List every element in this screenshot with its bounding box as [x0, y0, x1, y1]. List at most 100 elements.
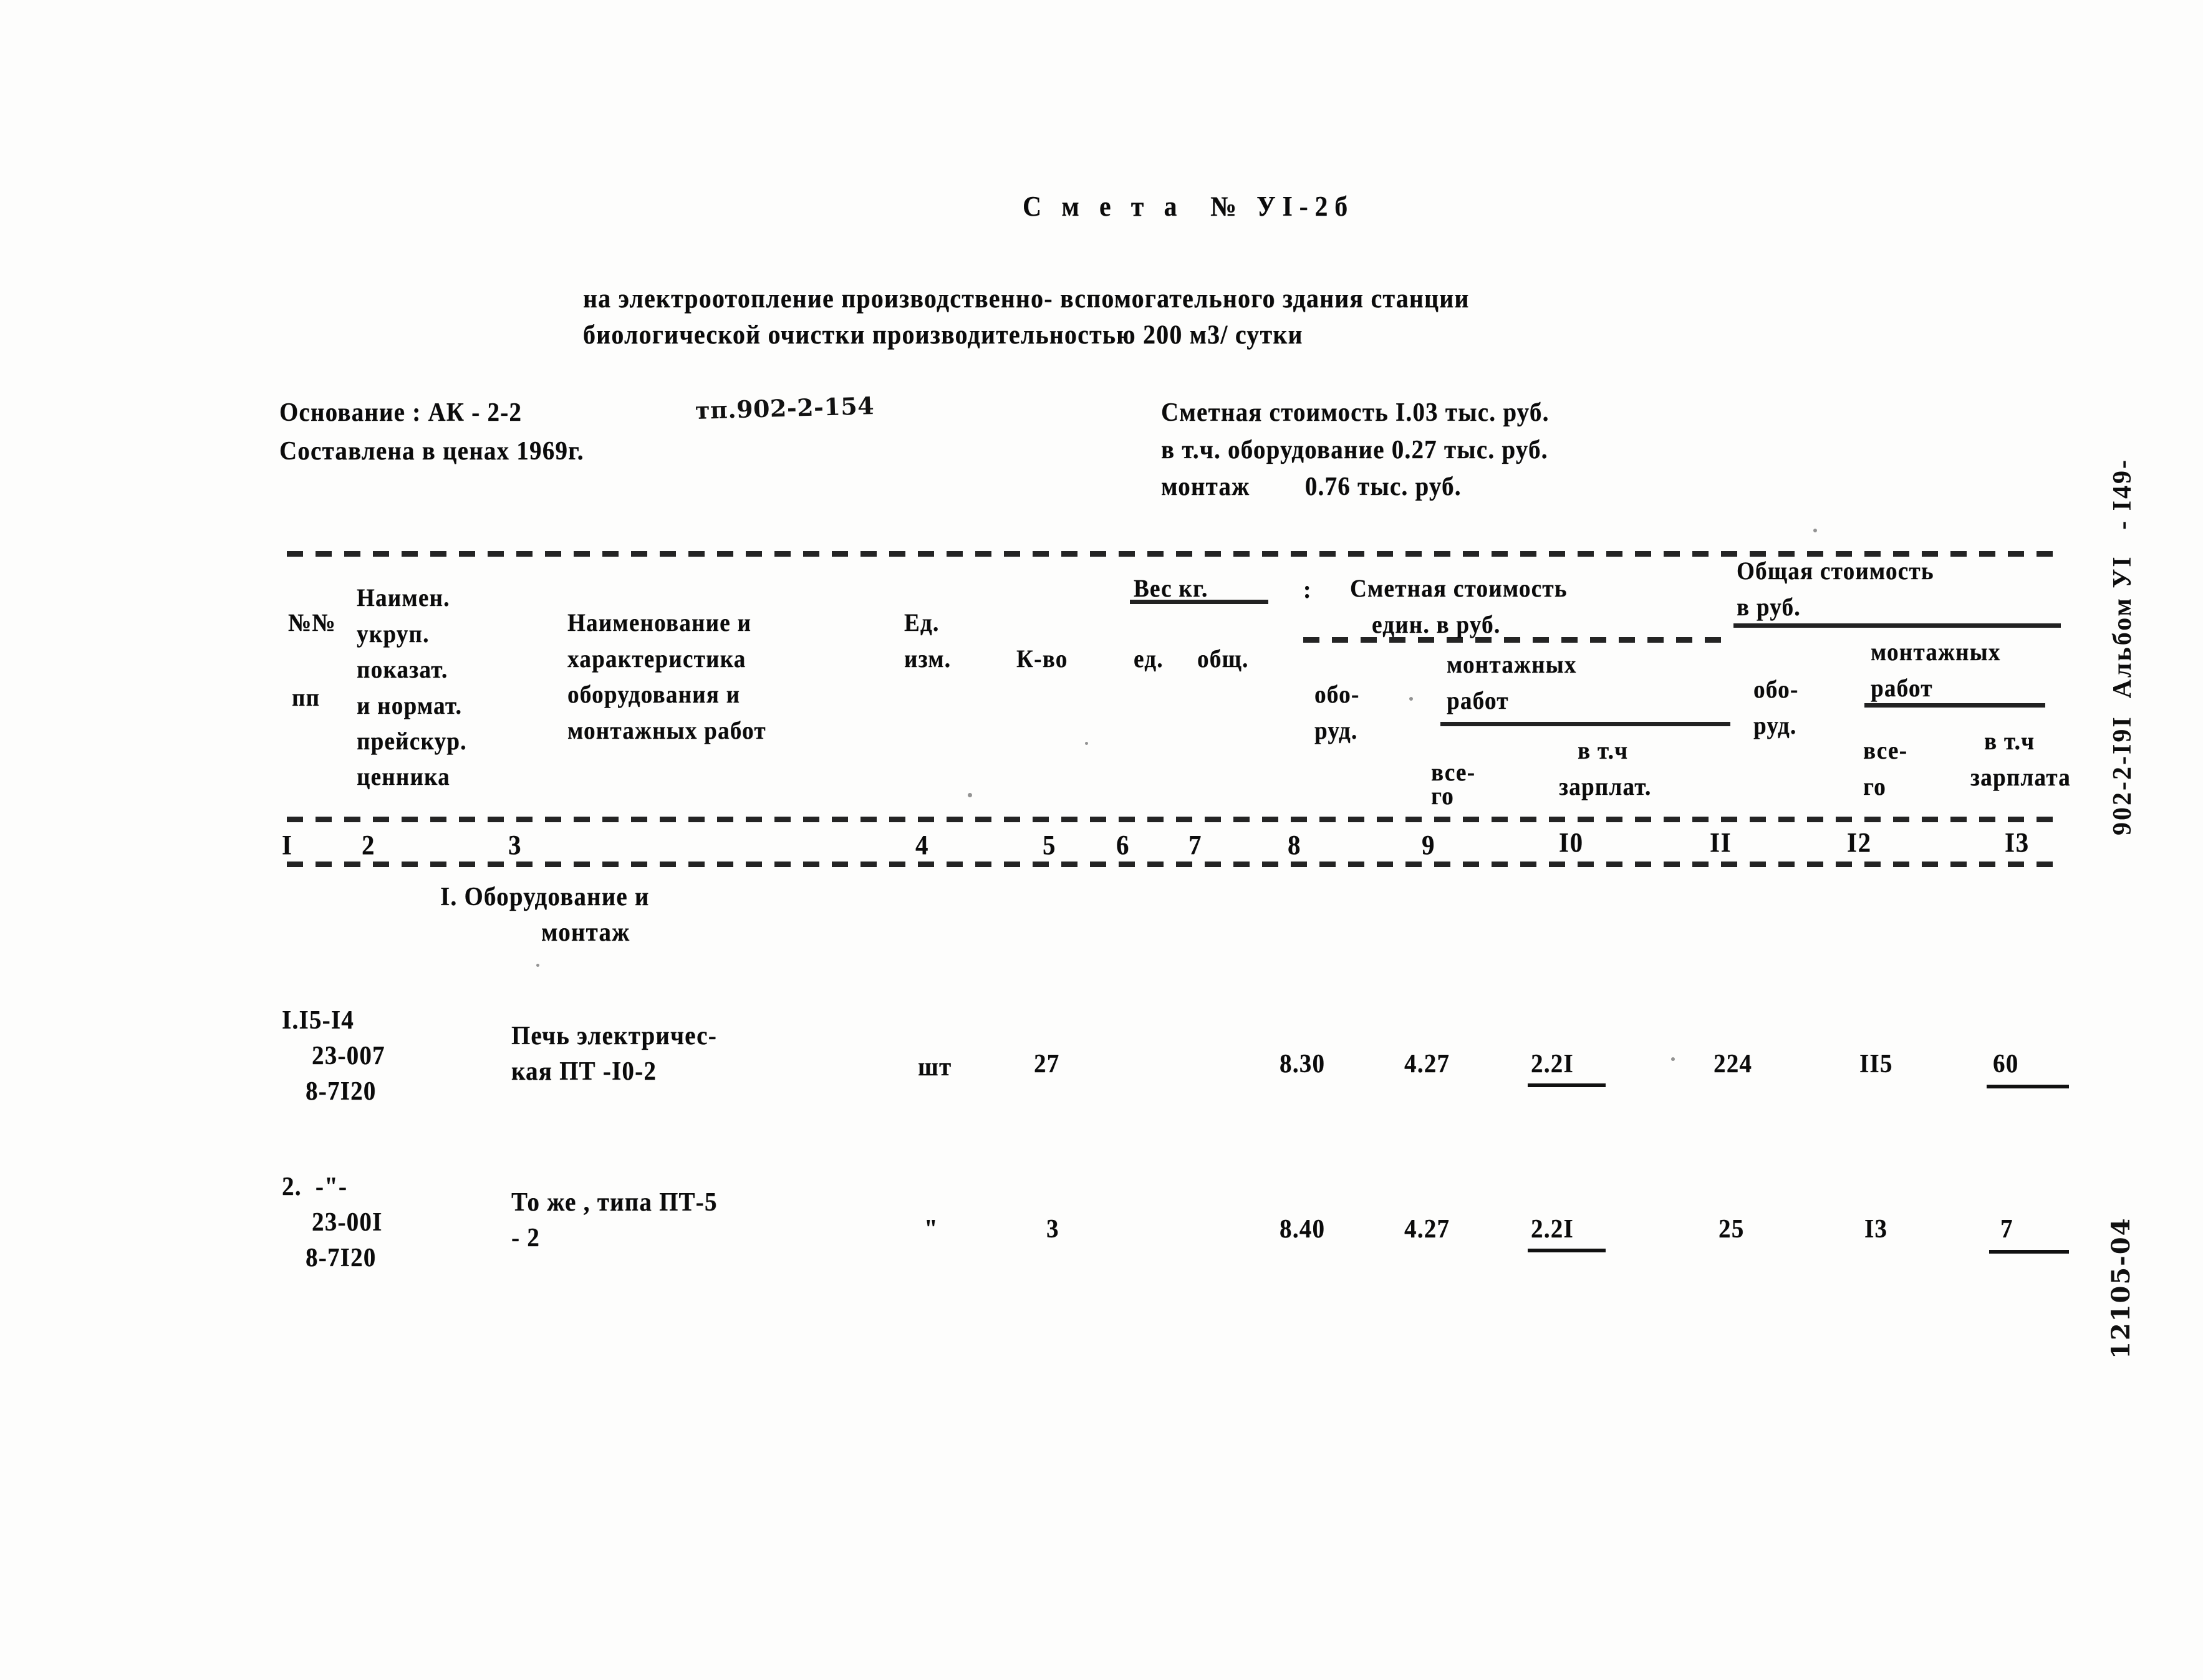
- row1-cost-mount-salary-underline: [1528, 1083, 1606, 1087]
- total-group-underline: [1733, 623, 2061, 628]
- header-col8-line2: руд.: [1314, 716, 1358, 744]
- header-colon-separator: :: [1303, 575, 1312, 603]
- scan-speck: [1409, 697, 1413, 701]
- row2-total-mount-all: I3: [1864, 1215, 1888, 1244]
- row1-name-line1: Печь электричес-: [511, 1022, 717, 1050]
- header-col2-line2: укруп.: [357, 620, 430, 648]
- header-col4-line2: изм.: [904, 645, 952, 673]
- section-title-line-1: I. Оборудование и: [440, 883, 650, 911]
- header-estimate-group-line2: един. в руб.: [1372, 610, 1501, 638]
- row2-cost-mount-salary-underline: [1528, 1249, 1606, 1252]
- cost-total-line: Сметная стоимость I.03 тыс. руб.: [1161, 398, 1550, 427]
- column-number-5: 5: [1043, 830, 1057, 860]
- total-mount-underline: [1864, 703, 2045, 708]
- row1-qty: 27: [1034, 1050, 1060, 1078]
- column-number-9: 9: [1422, 830, 1436, 860]
- header-col10-line2: зарплат.: [1559, 772, 1652, 800]
- column-number-1: I: [282, 830, 293, 860]
- row1-total-mount-salary-underline: [1987, 1085, 2069, 1088]
- header-col10-line1: в т.ч: [1578, 736, 1629, 764]
- header-col12-line2: го: [1863, 772, 1886, 800]
- header-col9-line2: го: [1431, 782, 1454, 810]
- column-number-12: I2: [1847, 827, 1872, 858]
- column-number-7: 7: [1188, 830, 1203, 860]
- scan-speck: [1085, 742, 1088, 745]
- header-total-group-line2: в руб.: [1737, 593, 1801, 621]
- header-col2-line4: и нормат.: [357, 691, 463, 719]
- row2-name-line1: То же , типа ПТ-5: [511, 1188, 718, 1217]
- row2-cost-mount-salary: 2.2I: [1531, 1215, 1574, 1244]
- column-number-2: 2: [362, 830, 376, 860]
- row2-total-mount-salary-underline: [1989, 1250, 2069, 1254]
- prices-year-line: Составлена в ценах 1969г.: [279, 437, 584, 466]
- column-numbers-bottom-border: [287, 862, 2061, 867]
- scan-speck: [968, 793, 972, 797]
- row1-total-equip: 224: [1714, 1050, 1753, 1078]
- row1-code-line1: I.I5-I4: [282, 1006, 354, 1035]
- row2-total-equip: 25: [1719, 1215, 1745, 1244]
- row2-qty: 3: [1046, 1215, 1059, 1244]
- column-number-3: 3: [508, 830, 523, 860]
- header-col12-line1: все-: [1863, 736, 1908, 764]
- column-number-8: 8: [1288, 830, 1302, 860]
- basis-handwritten-code: тп.902-2-154: [695, 391, 875, 425]
- header-col5: К-во: [1016, 645, 1068, 673]
- header-col4-line1: Ед.: [904, 608, 940, 636]
- subtitle-line-2: биологической очистки производительность…: [583, 320, 1303, 350]
- row2-cost-mount-all: 4.27: [1404, 1215, 1450, 1244]
- scan-speck: [536, 964, 539, 967]
- row1-name-line2: кая ПТ -I0-2: [511, 1057, 657, 1086]
- header-col13-line2: зарплата: [1970, 763, 2071, 791]
- header-col3-line4: монтажных работ: [567, 716, 766, 744]
- header-mount-group-line1: монтажных: [1447, 650, 1577, 678]
- row1-cost-mount-all: 4.27: [1404, 1050, 1450, 1078]
- row2-total-mount-salary: 7: [2000, 1215, 2013, 1244]
- header-col7: общ.: [1197, 645, 1249, 673]
- cost-equipment-line: в т.ч. оборудование 0.27 тыс. руб.: [1161, 436, 1548, 464]
- column-number-13: I3: [2005, 827, 2030, 858]
- scan-speck: [1813, 529, 1817, 532]
- header-total-mount-line1: монтажных: [1871, 638, 2001, 666]
- header-estimate-group-line1: Сметная стоимость: [1350, 574, 1568, 602]
- row1-total-mount-all: II5: [1859, 1050, 1893, 1078]
- basis-label: Основание : АК - 2-2: [279, 398, 523, 427]
- header-col8-line1: обо-: [1314, 680, 1360, 708]
- header-col2-line3: показат.: [357, 655, 448, 683]
- header-weight-group: Вес кг.: [1134, 574, 1208, 602]
- header-total-group-line1: Общая стоимость: [1737, 557, 1934, 585]
- row2-name-line2: - 2: [511, 1224, 540, 1252]
- header-col3-line2: характеристика: [567, 645, 746, 673]
- header-col3-line3: оборудования и: [567, 680, 741, 708]
- margin-album-code: 902-2-I9I Альбом УI - I49-: [2108, 458, 2137, 835]
- column-number-6: 6: [1116, 830, 1130, 860]
- column-number-11: II: [1710, 827, 1732, 858]
- section-title-line-2: монтаж: [541, 918, 630, 947]
- header-col13-line1: в т.ч: [1984, 727, 2035, 755]
- header-col6: ед.: [1134, 645, 1164, 673]
- row2-code-line1: 2. -"-: [282, 1173, 348, 1201]
- column-number-4: 4: [915, 830, 930, 860]
- row2-code-line3: 8-7I20: [306, 1244, 377, 1272]
- header-col2-line5: прейскур.: [357, 727, 467, 755]
- header-col1-line1: №№: [288, 608, 336, 636]
- mount-group-underline: [1440, 722, 1730, 726]
- row1-total-mount-salary: 60: [1993, 1050, 2019, 1078]
- row1-cost-mount-salary: 2.2I: [1531, 1050, 1574, 1078]
- row2-cost-equip: 8.40: [1280, 1215, 1326, 1244]
- column-numbers-top-border: [287, 817, 2061, 822]
- header-col1-line2: пп: [292, 683, 321, 711]
- row1-code-line3: 8-7I20: [306, 1077, 377, 1106]
- header-col2-line6: ценника: [357, 762, 450, 790]
- header-mount-group-line2: работ: [1447, 686, 1509, 714]
- header-col11-line1: обо-: [1753, 675, 1799, 703]
- row1-cost-equip: 8.30: [1280, 1050, 1326, 1078]
- header-col2-line1: Наимен.: [357, 583, 450, 612]
- row1-code-line2: 23-007: [312, 1042, 385, 1070]
- cost-mounting-line: монтаж 0.76 тыс. руб.: [1161, 473, 1462, 501]
- header-col3-line1: Наименование и: [567, 608, 752, 636]
- document-page: С м е т а № УI-2б на электроотопление пр…: [0, 0, 2203, 1680]
- margin-handwritten-code: 12105-04: [2106, 1217, 2136, 1359]
- subtitle-line-1: на электроотопление производственно- всп…: [583, 284, 1470, 314]
- header-total-mount-line2: работ: [1871, 674, 1933, 702]
- row1-unit: шт: [918, 1053, 952, 1082]
